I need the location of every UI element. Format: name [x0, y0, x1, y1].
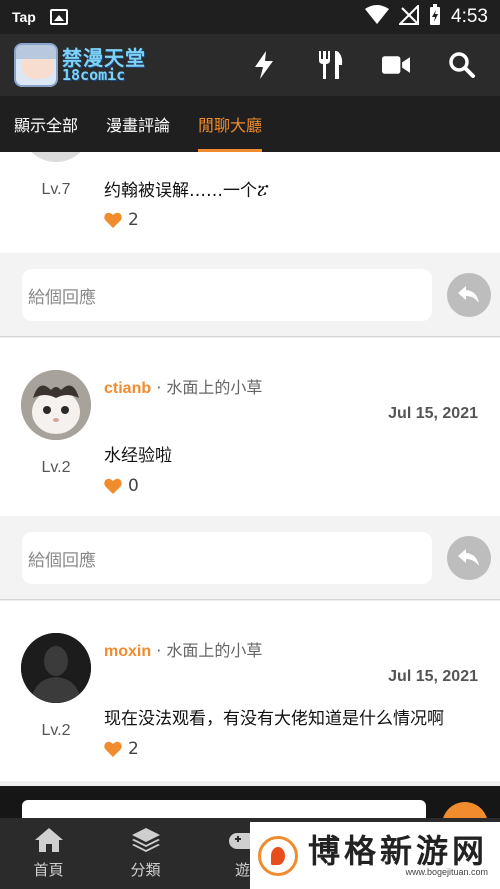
no-signal-icon: [397, 3, 420, 29]
like-count: 2: [128, 210, 139, 230]
nav-home[interactable]: 首頁: [0, 818, 97, 889]
comment-text: 现在没法观看，有没有大佬知道是什么情况啊: [104, 709, 444, 729]
logo-subtitle: 18comic: [62, 65, 126, 84]
battery-charging-icon: [429, 4, 441, 30]
user-level: Lv.2: [41, 459, 71, 476]
reply-bar: 給個回應: [0, 253, 500, 337]
app-logo[interactable]: 禁漫天堂 18comic: [14, 43, 146, 87]
status-indicators: 4:53: [365, 3, 488, 30]
nav-home-label: 首頁: [33, 861, 64, 879]
tab-bar: 顯示全部 漫畫評論 閒聊大廳: [0, 96, 500, 152]
fork-knife-icon[interactable]: [316, 51, 344, 79]
separator: ·: [156, 378, 162, 397]
video-camera-icon[interactable]: [382, 51, 410, 79]
topic-name[interactable]: 水面上的小草: [166, 641, 262, 660]
status-app-name: Tap: [12, 9, 36, 25]
nav-games-label: 遊: [234, 861, 250, 879]
status-bar: Tap 4:53: [0, 0, 500, 34]
username[interactable]: ctianb: [104, 380, 151, 397]
reply-arrow-icon: [458, 549, 479, 566]
heart-icon: [104, 741, 122, 757]
reply-input[interactable]: 給個回應: [22, 269, 432, 321]
like-button[interactable]: 2: [104, 739, 139, 759]
like-count: 2: [128, 739, 139, 759]
like-button[interactable]: 2: [104, 210, 139, 230]
wifi-icon: [365, 5, 390, 29]
watermark: 博格新游网 www.bogejituan.com: [250, 822, 500, 889]
avatar[interactable]: [21, 633, 91, 703]
cat-avatar-icon: [21, 370, 91, 440]
watermark-logo-icon: [258, 835, 298, 876]
reply-arrow-icon: [458, 286, 479, 303]
user-level: Lv.2: [41, 722, 71, 739]
home-icon: [34, 827, 64, 853]
reply-button[interactable]: [447, 273, 491, 317]
status-time: 4:53: [451, 6, 488, 27]
logo-mascot-icon: [14, 43, 58, 87]
tab-chat-lobby[interactable]: 閒聊大廳: [184, 96, 276, 152]
avatar[interactable]: [21, 152, 91, 162]
tab-show-all[interactable]: 顯示全部: [0, 96, 92, 152]
username[interactable]: moxin: [104, 643, 151, 660]
comment-card: ctianb · 水面上的小草 Jul 15, 2021 水经验啦 Lv.2 0: [0, 338, 500, 516]
nav-categories-label: 分類: [130, 861, 161, 879]
comment-feed[interactable]: Lv.7 约翰被误解……一个ፘ 2 給個回應 ctianb · 水面上的小草 J…: [0, 152, 500, 786]
watermark-url: www.bogejituan.com: [405, 866, 489, 877]
default-avatar-icon: [21, 633, 91, 703]
comment-author: moxin · 水面上的小草: [104, 637, 262, 661]
comment-text: 约翰被误解……一个ፘ: [104, 181, 269, 201]
heart-icon: [104, 212, 122, 228]
layers-icon: [131, 827, 161, 853]
logo-title: 禁漫天堂: [62, 45, 146, 70]
app-bar: 禁漫天堂 18comic: [0, 34, 500, 96]
like-count: 0: [128, 476, 139, 496]
flash-icon[interactable]: [250, 51, 278, 79]
avatar[interactable]: [21, 370, 91, 440]
image-notification-icon: [49, 9, 68, 25]
search-icon[interactable]: [448, 51, 476, 79]
watermark-title: 博格新游网: [308, 831, 489, 870]
comment-card: moxin · 水面上的小草 Jul 15, 2021 现在没法观看，有没有大佬…: [0, 601, 500, 781]
separator: ·: [156, 641, 162, 660]
comment-author: ctianb · 水面上的小草: [104, 374, 262, 398]
comment-text: 水经验啦: [104, 446, 172, 466]
comment-card: Lv.7 约翰被误解……一个ፘ 2: [0, 152, 500, 253]
comment-date: Jul 15, 2021: [388, 668, 478, 685]
reply-bar: 給個回應: [0, 516, 500, 600]
nav-categories[interactable]: 分類: [97, 818, 194, 889]
heart-icon: [104, 478, 122, 494]
like-button[interactable]: 0: [104, 476, 139, 496]
message-composer: [0, 786, 500, 848]
tab-comic-reviews[interactable]: 漫畫評論: [92, 96, 184, 152]
reply-button[interactable]: [447, 536, 491, 580]
reply-input[interactable]: 給個回應: [22, 532, 432, 584]
user-level: Lv.7: [41, 181, 71, 198]
topic-name[interactable]: 水面上的小草: [166, 378, 262, 397]
comment-date: Jul 15, 2021: [388, 405, 478, 422]
